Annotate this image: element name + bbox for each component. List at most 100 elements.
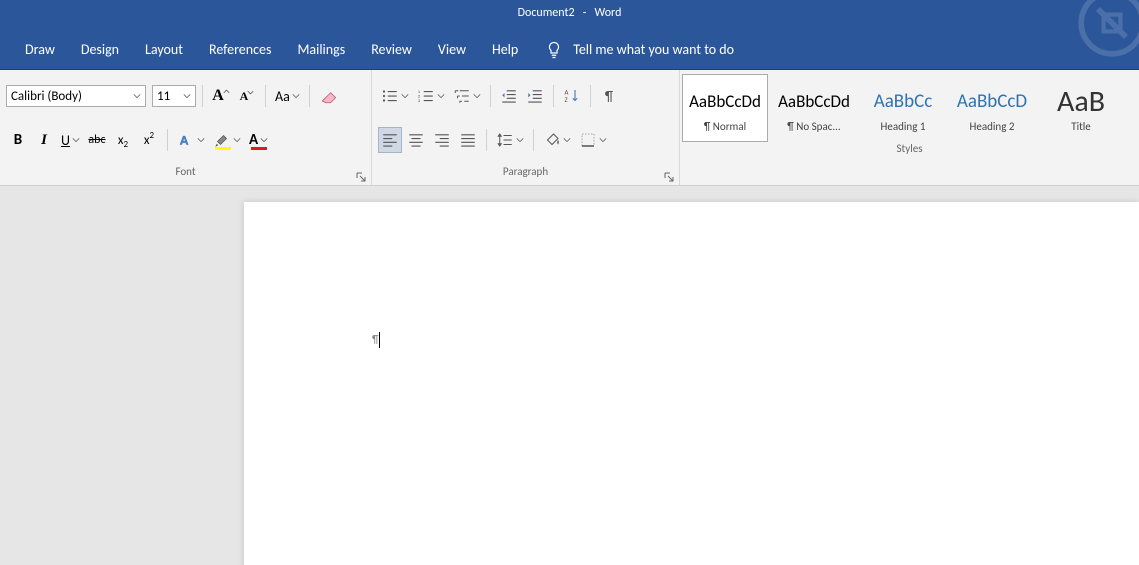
chevron-down-icon bbox=[260, 136, 268, 144]
group-font-label: Font bbox=[0, 165, 371, 185]
doc-name: Document2 bbox=[518, 6, 575, 20]
multilevel-icon bbox=[453, 87, 471, 105]
shading-button[interactable] bbox=[540, 127, 574, 153]
borders-icon bbox=[579, 131, 597, 149]
chevron-down-icon bbox=[183, 92, 191, 100]
clear-formatting-button[interactable] bbox=[316, 83, 342, 109]
grow-font-button[interactable]: A bbox=[209, 83, 233, 109]
title-sep: - bbox=[577, 6, 592, 20]
style-heading-1[interactable]: AaBbCcHeading 1 bbox=[860, 74, 946, 142]
document-area bbox=[0, 186, 1139, 565]
strikethrough-button[interactable]: abc bbox=[85, 127, 109, 153]
highlight-color-swatch bbox=[215, 147, 231, 150]
change-case-button[interactable]: Aa bbox=[272, 83, 303, 109]
bullets-icon bbox=[381, 87, 399, 105]
title-bar: Document2 - Word bbox=[0, 0, 1139, 30]
separator bbox=[486, 129, 487, 151]
chevron-down-icon bbox=[563, 136, 571, 144]
show-marks-button[interactable]: ¶ bbox=[597, 83, 621, 109]
font-dialog-launcher[interactable] bbox=[355, 171, 367, 183]
document-page[interactable] bbox=[244, 202, 1139, 565]
separator bbox=[202, 85, 203, 107]
style--normal[interactable]: AaBbCcDd¶ Normal bbox=[682, 74, 768, 142]
launcher-icon bbox=[664, 172, 674, 182]
highlight-button[interactable] bbox=[210, 127, 244, 153]
chevron-down-icon bbox=[473, 92, 481, 100]
separator bbox=[265, 85, 266, 107]
multilevel-list-button[interactable] bbox=[450, 83, 484, 109]
tab-view[interactable]: View bbox=[425, 30, 479, 69]
separator bbox=[533, 129, 534, 151]
borders-button[interactable] bbox=[576, 127, 610, 153]
group-paragraph: 123 AZ ¶ bbox=[372, 70, 680, 185]
font-color-button[interactable]: A bbox=[246, 127, 271, 153]
separator bbox=[590, 85, 591, 107]
justify-icon bbox=[459, 131, 477, 149]
chevron-down-icon bbox=[133, 92, 141, 100]
chevron-down-icon bbox=[197, 136, 205, 144]
svg-text:Z: Z bbox=[565, 96, 568, 104]
bold-button[interactable]: B bbox=[6, 127, 30, 153]
tab-references[interactable]: References bbox=[196, 30, 284, 69]
separator bbox=[167, 129, 168, 151]
subscript-button[interactable]: x2 bbox=[111, 127, 135, 153]
chevron-down-icon bbox=[292, 92, 300, 100]
tab-design[interactable]: Design bbox=[68, 30, 132, 69]
font-size-combo[interactable]: 11 bbox=[152, 85, 196, 107]
tab-layout[interactable]: Layout bbox=[132, 30, 196, 69]
line-spacing-icon bbox=[496, 131, 514, 149]
superscript-button[interactable]: x2 bbox=[137, 127, 161, 153]
style-preview: AaBbCcD bbox=[957, 84, 1027, 120]
svg-text:3: 3 bbox=[418, 99, 421, 104]
align-center-icon bbox=[407, 131, 425, 149]
style-name: Title bbox=[1071, 120, 1091, 133]
paragraph-dialog-launcher[interactable] bbox=[663, 171, 675, 183]
font-color-swatch bbox=[251, 147, 267, 150]
chevron-down-icon bbox=[437, 92, 445, 100]
app-name: Word bbox=[595, 6, 622, 20]
align-left-button[interactable] bbox=[378, 127, 402, 153]
tell-me-label: Tell me what you want to do bbox=[573, 41, 734, 58]
svg-text:A: A bbox=[180, 132, 189, 149]
line-spacing-button[interactable] bbox=[493, 127, 527, 153]
text-caret bbox=[379, 332, 380, 348]
eraser-icon bbox=[319, 86, 339, 106]
align-right-button[interactable] bbox=[430, 127, 454, 153]
window-title: Document2 - Word bbox=[518, 6, 622, 20]
text-effects-button[interactable]: A bbox=[174, 127, 208, 153]
style--no-spac-[interactable]: AaBbCcDd¶ No Spac... bbox=[771, 74, 857, 142]
style-name: Heading 1 bbox=[881, 120, 926, 133]
tab-draw[interactable]: Draw bbox=[12, 30, 68, 69]
watermark-icon bbox=[1077, 0, 1139, 58]
group-styles: AaBbCcDd¶ NormalAaBbCcDd¶ No Spac...AaBb… bbox=[680, 70, 1139, 185]
style-name: ¶ Normal bbox=[704, 120, 746, 133]
chevron-down-icon bbox=[516, 136, 524, 144]
outdent-icon bbox=[500, 87, 518, 105]
style-title[interactable]: AaBTitle bbox=[1038, 74, 1124, 142]
font-family-combo[interactable]: Calibri (Body) bbox=[6, 85, 146, 107]
tab-help[interactable]: Help bbox=[479, 30, 531, 69]
increase-indent-button[interactable] bbox=[523, 83, 547, 109]
justify-button[interactable] bbox=[456, 127, 480, 153]
underline-button[interactable]: U bbox=[58, 127, 83, 153]
launcher-icon bbox=[356, 172, 366, 182]
numbering-button[interactable]: 123 bbox=[414, 83, 448, 109]
align-center-button[interactable] bbox=[404, 127, 428, 153]
font-family-value: Calibri (Body) bbox=[11, 89, 82, 104]
style-name: ¶ No Spac... bbox=[787, 120, 840, 133]
decrease-indent-button[interactable] bbox=[497, 83, 521, 109]
style-heading-2[interactable]: AaBbCcDHeading 2 bbox=[949, 74, 1035, 142]
bullets-button[interactable] bbox=[378, 83, 412, 109]
tell-me[interactable]: Tell me what you want to do bbox=[545, 41, 734, 59]
chevron-down-icon bbox=[401, 92, 409, 100]
numbering-icon: 123 bbox=[417, 87, 435, 105]
shrink-font-button[interactable]: A bbox=[235, 83, 259, 109]
sort-button[interactable]: AZ bbox=[560, 83, 584, 109]
italic-button[interactable]: I bbox=[32, 127, 56, 153]
sort-icon: AZ bbox=[563, 87, 581, 105]
align-right-icon bbox=[433, 131, 451, 149]
tab-review[interactable]: Review bbox=[358, 30, 425, 69]
tab-mailings[interactable]: Mailings bbox=[284, 30, 358, 69]
indent-icon bbox=[526, 87, 544, 105]
group-paragraph-label: Paragraph bbox=[372, 165, 679, 185]
